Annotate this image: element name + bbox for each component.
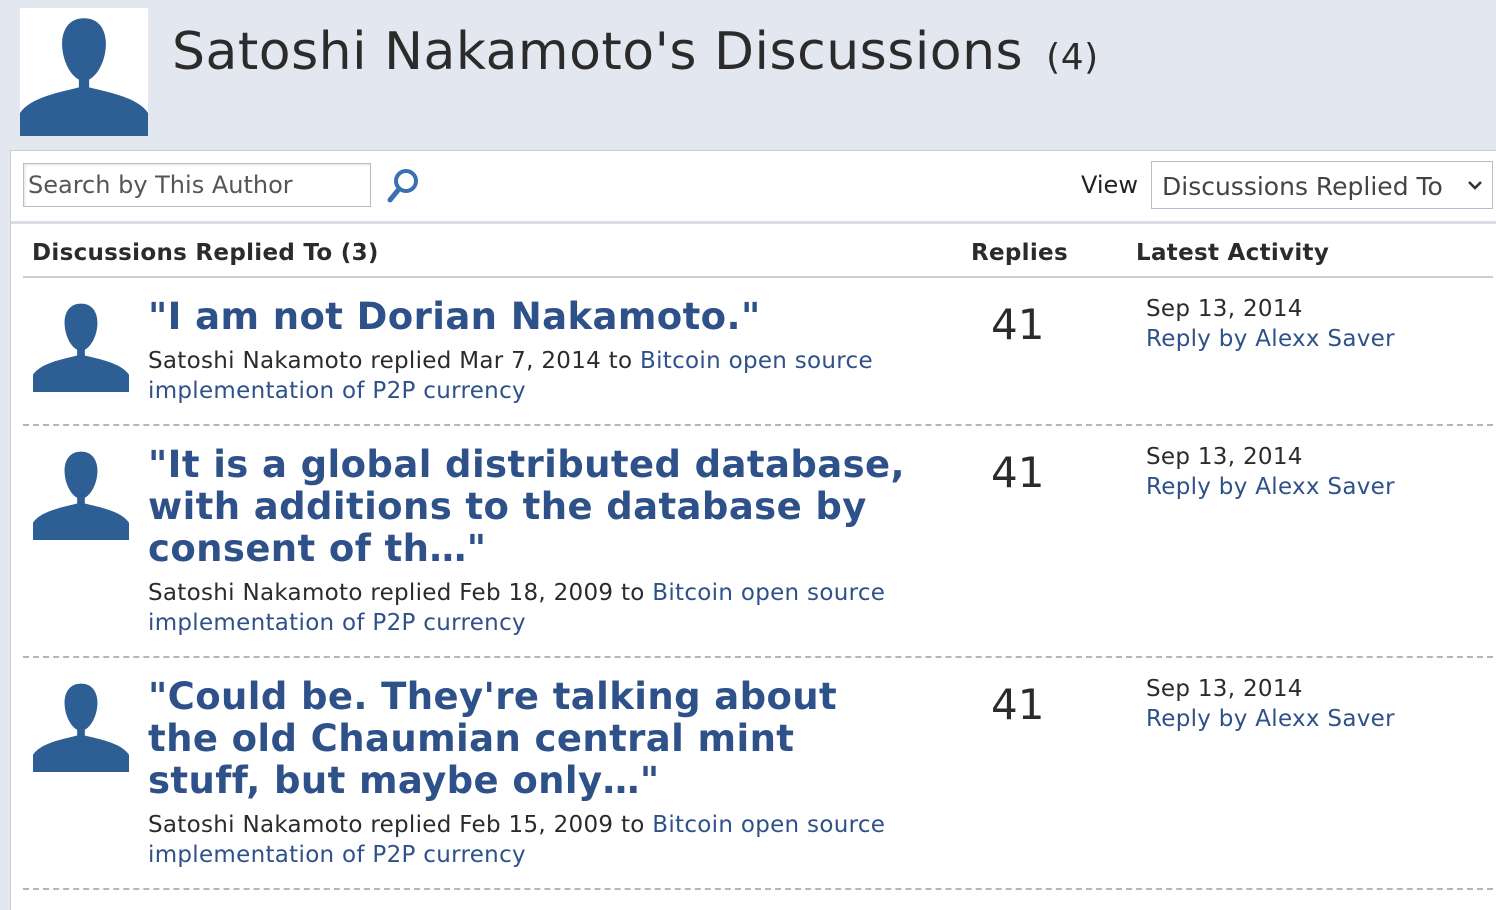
- discussion-meta: Satoshi Nakamoto replied Mar 7, 2014 to …: [148, 346, 908, 406]
- row-avatar[interactable]: [33, 444, 129, 540]
- profile-header: Satoshi Nakamoto's Discussions (4): [0, 0, 1496, 150]
- discussion-meta: Satoshi Nakamoto replied Feb 18, 2009 to…: [148, 578, 908, 638]
- user-silhouette-icon: [33, 683, 129, 772]
- search-button[interactable]: [385, 167, 421, 205]
- view-select[interactable]: Discussions Replied To: [1151, 161, 1493, 209]
- activity-date: Sep 13, 2014: [1146, 296, 1303, 322]
- user-silhouette-icon: [33, 303, 129, 392]
- chevron-down-icon: [1468, 181, 1482, 190]
- view-select-value: Discussions Replied To: [1162, 172, 1443, 201]
- column-header-replies: Replies: [971, 240, 1068, 266]
- discussion-count: (4): [1046, 37, 1099, 78]
- latest-reply-link[interactable]: Reply by Alexx Saver: [1146, 326, 1395, 352]
- search-icon: [387, 169, 418, 203]
- row-avatar[interactable]: [33, 296, 129, 392]
- reply-count: 41: [991, 300, 1045, 349]
- latest-reply-link[interactable]: Reply by Alexx Saver: [1146, 474, 1395, 500]
- row-divider: [23, 656, 1493, 658]
- column-header-latest-activity: Latest Activity: [1136, 240, 1330, 266]
- latest-reply-link[interactable]: Reply by Alexx Saver: [1146, 706, 1395, 732]
- discussion-title-link[interactable]: "Could be. They're talking about the old…: [148, 676, 908, 802]
- reply-count: 41: [991, 448, 1045, 497]
- view-label: View: [1081, 171, 1138, 199]
- row-divider: [23, 888, 1493, 890]
- user-silhouette-icon: [20, 18, 148, 137]
- header-divider: [23, 276, 1493, 278]
- column-header-discussions: Discussions Replied To (3): [32, 240, 379, 266]
- reply-info: Satoshi Nakamoto replied Feb 15, 2009 to: [148, 812, 653, 838]
- author-avatar[interactable]: [20, 8, 148, 137]
- reply-info: Satoshi Nakamoto replied Mar 7, 2014 to: [148, 348, 640, 374]
- row-avatar[interactable]: [33, 676, 129, 772]
- activity-date: Sep 13, 2014: [1146, 676, 1303, 702]
- discussions-panel: View Discussions Replied To Discussions …: [10, 150, 1496, 910]
- toolbar: View Discussions Replied To: [11, 150, 1496, 224]
- user-silhouette-icon: [33, 451, 129, 540]
- reply-count: 41: [991, 680, 1045, 729]
- activity-date: Sep 13, 2014: [1146, 444, 1303, 470]
- search-input[interactable]: [23, 163, 371, 207]
- page-title: Satoshi Nakamoto's Discussions (4): [172, 22, 1099, 82]
- row-divider: [23, 424, 1493, 426]
- discussion-meta: Satoshi Nakamoto replied Feb 15, 2009 to…: [148, 810, 908, 870]
- reply-info: Satoshi Nakamoto replied Feb 18, 2009 to: [148, 580, 653, 606]
- discussion-title-link[interactable]: "I am not Dorian Nakamoto.": [148, 296, 908, 338]
- discussion-title-link[interactable]: "It is a global distributed database, wi…: [148, 444, 908, 570]
- page-title-text: Satoshi Nakamoto's Discussions: [172, 22, 1024, 82]
